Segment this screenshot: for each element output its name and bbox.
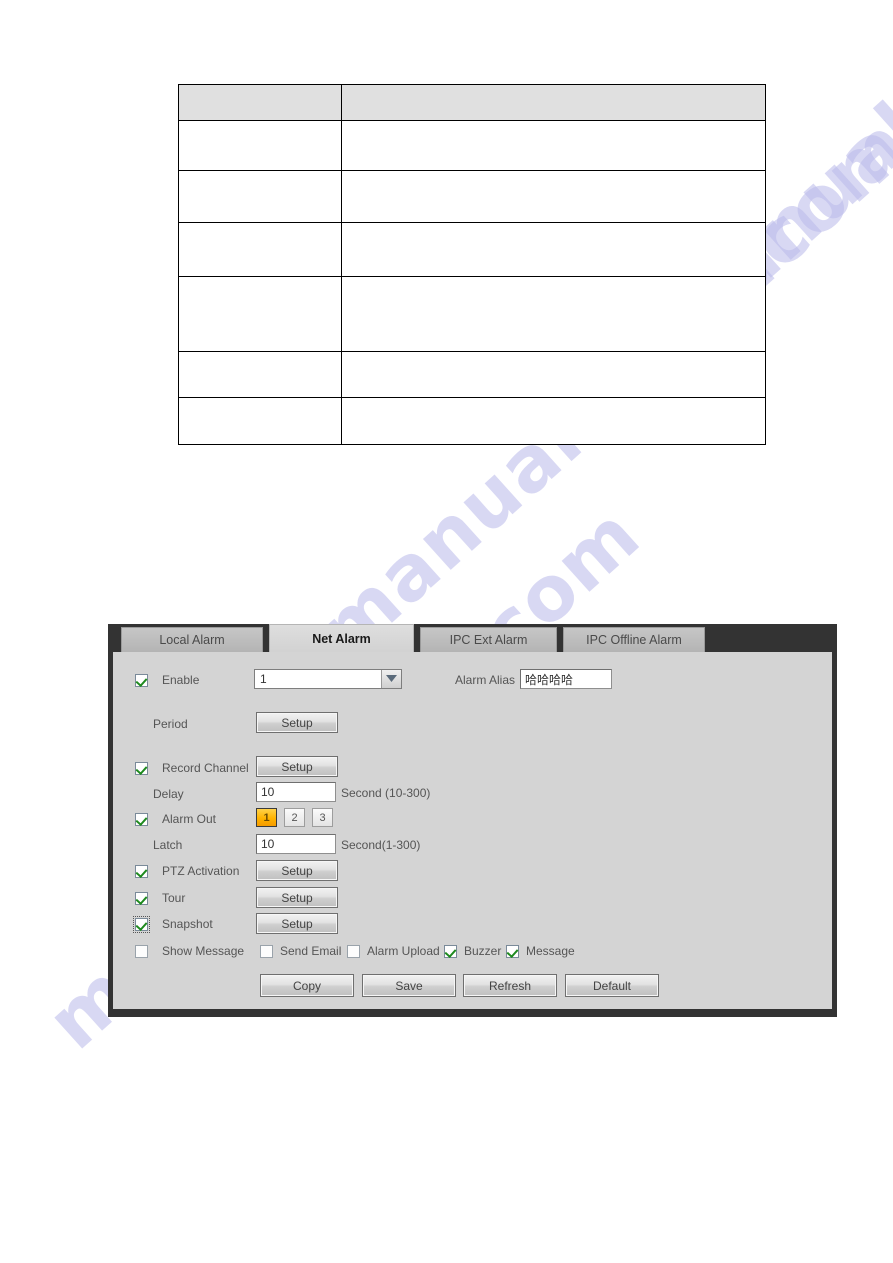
delay-label: Delay bbox=[153, 787, 184, 801]
ptz-activation-setup-button[interactable]: Setup bbox=[256, 860, 338, 881]
buzzer-row: Buzzer bbox=[444, 940, 501, 962]
enable-checkbox[interactable] bbox=[135, 673, 148, 687]
table-cell bbox=[341, 170, 766, 223]
table-cell bbox=[178, 397, 342, 445]
snapshot-checkbox[interactable] bbox=[133, 915, 150, 933]
message-label: Message bbox=[526, 944, 575, 958]
table-header-row bbox=[178, 84, 766, 121]
alarm-alias-label: Alarm Alias bbox=[455, 673, 516, 687]
alarm-out-button-1[interactable]: 1 bbox=[256, 808, 277, 827]
send-email-label: Send Email bbox=[280, 944, 342, 958]
save-button[interactable]: Save bbox=[362, 974, 456, 997]
table-cell bbox=[178, 170, 342, 223]
table-cell bbox=[341, 276, 766, 352]
alarm-out-row: Alarm Out bbox=[135, 808, 216, 830]
tour-row: Tour bbox=[135, 887, 185, 909]
default-button[interactable]: Default bbox=[565, 974, 659, 997]
alarm-out-label: Alarm Out bbox=[162, 812, 217, 826]
alarm-config-panel: Local Alarm Net Alarm IPC Ext Alarm IPC … bbox=[108, 624, 837, 1017]
record-channel-setup-button[interactable]: Setup bbox=[256, 756, 338, 777]
latch-row: Latch bbox=[153, 834, 182, 856]
table-cell bbox=[178, 276, 342, 352]
chevron-down-icon bbox=[381, 670, 401, 688]
table-row bbox=[178, 351, 766, 398]
snapshot-label: Snapshot bbox=[162, 917, 213, 931]
delay-unit-label: Second (10-300) bbox=[341, 786, 431, 800]
alarm-alias-input[interactable]: 哈哈哈哈 bbox=[520, 669, 612, 689]
table-cell bbox=[341, 351, 766, 398]
tour-setup-button[interactable]: Setup bbox=[256, 887, 338, 908]
latch-input[interactable]: 10 bbox=[256, 834, 336, 854]
snapshot-setup-button[interactable]: Setup bbox=[256, 913, 338, 934]
alarm-out-checkbox[interactable] bbox=[135, 812, 148, 826]
latch-label: Latch bbox=[153, 838, 183, 852]
period-row: Period bbox=[153, 713, 188, 735]
tour-label: Tour bbox=[162, 891, 186, 905]
show-message-checkbox[interactable] bbox=[135, 944, 148, 958]
refresh-button[interactable]: Refresh bbox=[463, 974, 557, 997]
table-cell bbox=[178, 120, 342, 171]
send-email-checkbox[interactable] bbox=[260, 944, 273, 958]
record-channel-row: Record Channel bbox=[135, 757, 249, 779]
ptz-activation-row: PTZ Activation bbox=[135, 860, 239, 882]
table-row bbox=[178, 222, 766, 277]
alarm-out-button-2[interactable]: 2 bbox=[284, 808, 305, 827]
specification-table bbox=[178, 84, 766, 445]
tab-ipc-ext-alarm[interactable]: IPC Ext Alarm bbox=[420, 627, 557, 652]
ptz-activation-label: PTZ Activation bbox=[162, 864, 240, 878]
alarm-out-button-group: 1 2 3 bbox=[256, 808, 333, 827]
alarm-upload-label: Alarm Upload bbox=[367, 944, 440, 958]
tour-checkbox[interactable] bbox=[135, 891, 148, 905]
tab-net-alarm[interactable]: Net Alarm bbox=[269, 624, 414, 652]
tab-local-alarm[interactable]: Local Alarm bbox=[121, 627, 263, 652]
delay-row: Delay bbox=[153, 783, 184, 805]
record-channel-checkbox[interactable] bbox=[135, 761, 148, 775]
copy-button[interactable]: Copy bbox=[260, 974, 354, 997]
table-header-cell bbox=[178, 84, 342, 121]
show-message-row: Show Message bbox=[135, 940, 244, 962]
delay-input[interactable]: 10 bbox=[256, 782, 336, 802]
message-row: Message bbox=[506, 940, 575, 962]
send-email-row: Send Email bbox=[260, 940, 341, 962]
ptz-activation-checkbox[interactable] bbox=[135, 864, 148, 878]
enable-row: Enable bbox=[135, 669, 199, 691]
table-header-cell bbox=[341, 84, 766, 121]
table-row bbox=[178, 170, 766, 223]
show-message-label: Show Message bbox=[162, 944, 245, 958]
channel-select-value: 1 bbox=[260, 672, 267, 686]
record-channel-label: Record Channel bbox=[162, 761, 249, 775]
table-row bbox=[178, 276, 766, 352]
table-cell bbox=[178, 351, 342, 398]
latch-unit-label: Second(1-300) bbox=[341, 838, 421, 852]
buzzer-checkbox[interactable] bbox=[444, 944, 457, 958]
table-cell bbox=[341, 397, 766, 445]
tab-ipc-offline-alarm[interactable]: IPC Offline Alarm bbox=[563, 627, 705, 652]
channel-select[interactable]: 1 bbox=[254, 669, 402, 689]
alarm-out-button-3[interactable]: 3 bbox=[312, 808, 333, 827]
table-cell bbox=[178, 222, 342, 277]
period-setup-button[interactable]: Setup bbox=[256, 712, 338, 733]
tab-bar: Local Alarm Net Alarm IPC Ext Alarm IPC … bbox=[108, 624, 837, 652]
alarm-alias-row: Alarm Alias bbox=[455, 669, 515, 691]
alarm-upload-row: Alarm Upload bbox=[347, 940, 440, 962]
buzzer-label: Buzzer bbox=[464, 944, 502, 958]
alarm-upload-checkbox[interactable] bbox=[347, 944, 360, 958]
table-cell bbox=[341, 120, 766, 171]
table-row bbox=[178, 397, 766, 445]
enable-label: Enable bbox=[162, 673, 200, 687]
period-label: Period bbox=[153, 717, 188, 731]
message-checkbox[interactable] bbox=[506, 944, 519, 958]
snapshot-row: Snapshot bbox=[133, 913, 213, 935]
table-cell bbox=[341, 222, 766, 277]
table-row bbox=[178, 120, 766, 171]
